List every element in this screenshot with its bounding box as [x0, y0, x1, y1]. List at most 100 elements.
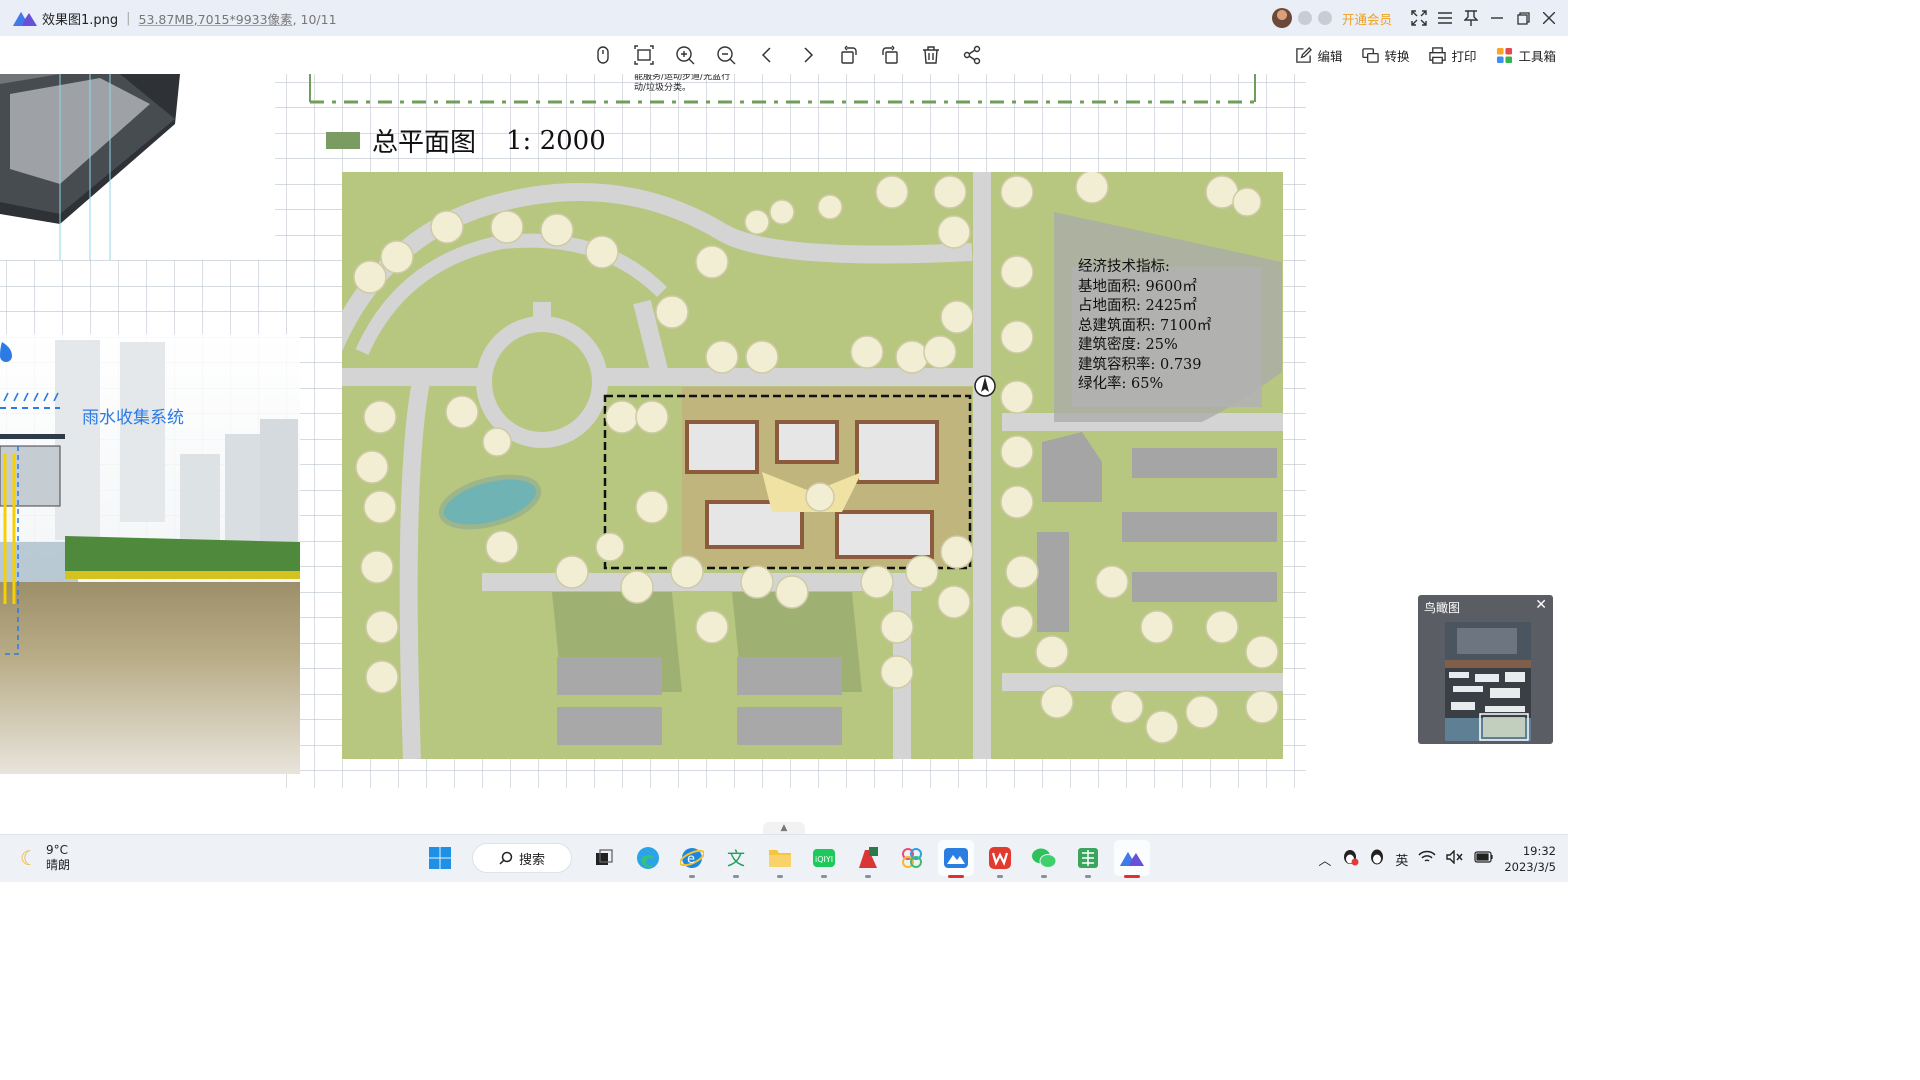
spreadsheet-icon[interactable] — [1070, 840, 1106, 878]
poster-image: 能服务/运动步道/光盆行 动/垃圾分类。 总平面图 1: 2000 雨水收集系统 — [0, 74, 1306, 788]
weather-temp: 9°C — [45, 843, 68, 857]
menu-icon[interactable] — [1432, 0, 1458, 36]
print-button[interactable]: 打印 — [1429, 46, 1476, 65]
toolbar-right: 编辑 转换 打印 工具箱 — [1295, 40, 1556, 70]
coin-icon[interactable] — [1317, 11, 1332, 25]
clock-date: 2023/3/5 — [1504, 860, 1556, 874]
start-button[interactable] — [422, 840, 458, 876]
toolbox-button[interactable]: 工具箱 — [1496, 46, 1556, 65]
stats-line: 总建筑面积: 7100㎡ — [1078, 317, 1212, 334]
minimize-icon[interactable] — [1484, 0, 1510, 36]
zoom-out-icon[interactable] — [711, 40, 741, 70]
stats-line: 建筑容积率: 0.739 — [1078, 356, 1202, 373]
wechat-icon[interactable] — [1026, 840, 1062, 878]
system-tray: ︿ 英 19:32 2023/3/5 — [1318, 835, 1556, 883]
birdseye-thumbnail[interactable] — [1445, 622, 1531, 741]
moon-icon: ☾ — [20, 846, 38, 870]
toolbox-label: 工具箱 — [1518, 48, 1556, 64]
file-size: 53.87MB — [138, 11, 194, 27]
rotate-left-icon[interactable] — [834, 40, 864, 70]
title-right-group: 开通会员 — [1271, 0, 1568, 36]
search-label: 搜索 — [518, 852, 545, 868]
windows-icon — [429, 847, 451, 869]
weather-text: 9°C 晴朗 — [46, 843, 70, 873]
vip-button[interactable]: 开通会员 — [1342, 9, 1392, 28]
task-view-icon[interactable] — [586, 840, 622, 876]
pdf-app-icon[interactable] — [850, 840, 886, 878]
zoom-in-icon[interactable] — [670, 40, 700, 70]
top-note-line: 能服务/运动步道/光盆行 — [634, 74, 731, 82]
svg-text:文: 文 — [727, 849, 745, 870]
delete-icon[interactable] — [916, 40, 946, 70]
birdseye-title: 鸟瞰图 — [1424, 601, 1461, 615]
volume-muted-icon[interactable] — [1446, 849, 1464, 868]
qq-alert-icon[interactable] — [1341, 848, 1359, 870]
app-logo-icon — [13, 12, 37, 26]
qq-icon[interactable] — [1369, 848, 1385, 870]
birdseye-close-icon[interactable]: ✕ — [1535, 597, 1547, 613]
battery-icon[interactable] — [1474, 851, 1494, 867]
fullscreen-icon[interactable] — [1406, 0, 1432, 36]
title-swatch — [326, 132, 360, 149]
file-meta: 53.87MB,7015*9933像素, 10/11 — [139, 9, 337, 28]
mouse-icon[interactable] — [588, 40, 618, 70]
taskbar-search[interactable]: 搜索 — [472, 843, 572, 873]
ie-icon[interactable]: e — [674, 840, 710, 878]
convert-button[interactable]: 转换 — [1362, 46, 1409, 65]
running-indicator — [777, 875, 783, 878]
badge-icon[interactable] — [1297, 11, 1312, 25]
ime-indicator[interactable]: 英 — [1395, 850, 1408, 869]
running-indicator — [997, 875, 1003, 878]
edit-label: 编辑 — [1317, 48, 1343, 64]
iqiyi-icon[interactable]: iQIYI — [806, 840, 842, 878]
photo-app-icon[interactable] — [1114, 840, 1150, 878]
taskbar: ☾ 9°C 晴朗 搜索 e 文 iQIYI ︿ 英 19:32 2023/3/5 — [0, 834, 1568, 882]
edge-icon[interactable] — [630, 840, 666, 876]
image-viewport[interactable]: 能服务/运动步道/光盆行 动/垃圾分类。 总平面图 1: 2000 雨水收集系统 — [0, 74, 1568, 832]
prev-icon[interactable] — [752, 40, 782, 70]
next-icon[interactable] — [793, 40, 823, 70]
pin-icon[interactable] — [1458, 0, 1484, 36]
economic-indicators: 经济技术指标: 基地面积: 9600㎡ 占地面积: 2425㎡ 总建筑面积: 7… — [1078, 258, 1211, 395]
folder-icon[interactable] — [762, 840, 798, 878]
weather-widget[interactable]: ☾ 9°C 晴朗 — [20, 843, 70, 873]
translate-icon[interactable]: 文 — [718, 840, 754, 878]
edit-button[interactable]: 编辑 — [1295, 46, 1342, 65]
title-separator: | — [126, 10, 131, 26]
running-indicator — [689, 875, 695, 878]
stats-line: 基地面积: 9600㎡ — [1078, 278, 1197, 295]
print-label: 打印 — [1451, 48, 1477, 64]
wps-icon[interactable] — [982, 840, 1018, 878]
running-indicator — [1041, 875, 1047, 878]
share-icon[interactable] — [957, 40, 987, 70]
file-dimensions: ,7015*9933像素 — [193, 11, 293, 27]
avatar[interactable] — [1271, 8, 1292, 28]
svg-text:iQIYI: iQIYI — [815, 855, 833, 864]
running-indicator — [948, 875, 964, 878]
collapse-toggle[interactable]: ▲ — [763, 822, 805, 834]
chevron-up-icon[interactable]: ︿ — [1318, 850, 1331, 869]
top-note: 能服务/运动步道/光盆行 动/垃圾分类。 — [634, 74, 730, 94]
image-viewer-active-icon[interactable] — [938, 840, 974, 878]
file-name: 效果图1.png — [42, 12, 119, 28]
fit-icon[interactable] — [629, 40, 659, 70]
running-indicator — [865, 875, 871, 878]
print-icon — [1429, 46, 1447, 64]
plan-title-text: 总平面图 — [372, 128, 477, 158]
restore-icon[interactable] — [1510, 0, 1536, 36]
birdseye-panel[interactable]: 鸟瞰图 ✕ — [1418, 595, 1553, 744]
pinwheel-icon[interactable] — [894, 840, 930, 876]
convert-icon — [1362, 47, 1380, 63]
weather-desc: 晴朗 — [45, 858, 70, 872]
running-indicator — [1085, 875, 1091, 878]
close-icon[interactable] — [1536, 0, 1562, 36]
plan-title: 总平面图 1: 2000 — [326, 122, 606, 159]
viewer-toolbar: 编辑 转换 打印 工具箱 — [0, 36, 1568, 74]
edit-icon — [1296, 46, 1313, 63]
stats-line: 占地面积: 2425㎡ — [1078, 298, 1197, 314]
search-icon — [499, 851, 513, 865]
rotate-right-icon[interactable] — [875, 40, 905, 70]
plan-scale: 1: 2000 — [506, 125, 606, 156]
wifi-icon[interactable] — [1418, 850, 1436, 868]
clock[interactable]: 19:32 2023/3/5 — [1504, 843, 1556, 875]
